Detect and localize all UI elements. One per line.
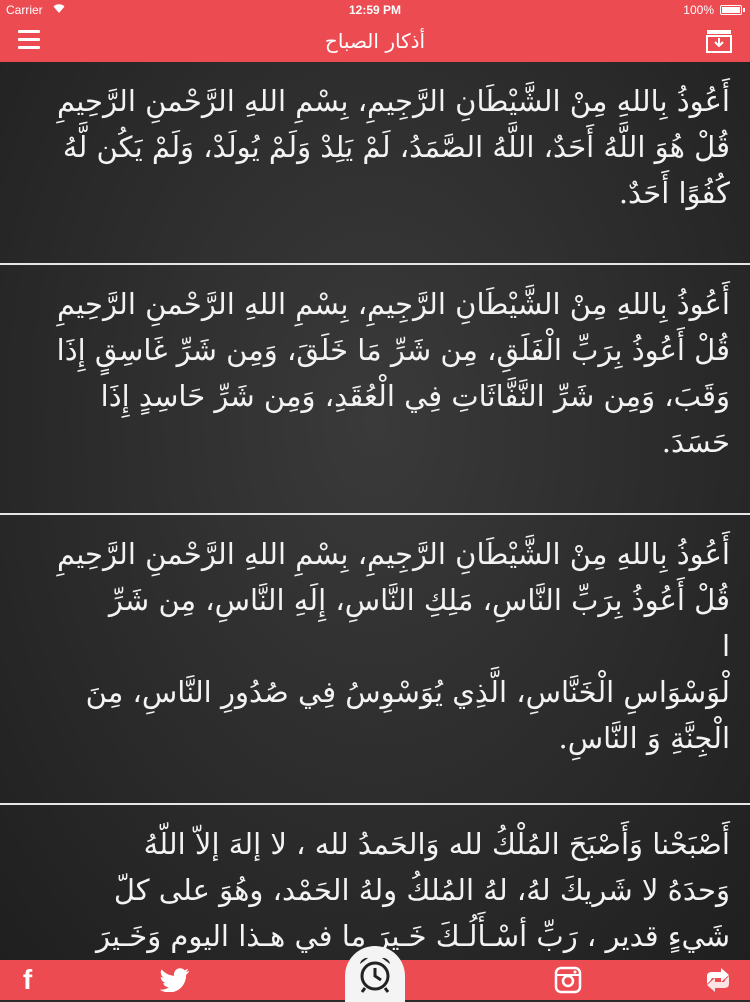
facebook-glyph: f xyxy=(22,964,33,995)
dhikr-card[interactable]: أَعُوذُ بِاللهِ مِنْ الشَّيْطَانِ الرَّج… xyxy=(0,515,750,805)
tab-bar: f xyxy=(0,946,750,1002)
status-bar: Carrier 12:59 PM 100% xyxy=(0,0,750,20)
download-icon[interactable] xyxy=(706,29,732,53)
battery-percent: 100% xyxy=(683,3,714,17)
dhikr-text: أَعُوذُ بِاللهِ مِنْ الشَّيْطَانِ الرَّج… xyxy=(56,287,730,459)
adhkar-list[interactable]: أَعُوذُ بِاللهِ مِنْ الشَّيْطَانِ الرَّج… xyxy=(0,62,750,960)
page-title: أذكار الصباح xyxy=(324,29,426,53)
status-time: 12:59 PM xyxy=(348,3,402,17)
instagram-icon[interactable] xyxy=(540,960,595,1000)
battery-icon xyxy=(720,5,745,15)
dhikr-card[interactable]: أَصْبَحْنا وَأَصْبَحَ المُلْكُ لله وَالح… xyxy=(0,805,750,960)
facebook-icon[interactable]: f xyxy=(0,960,55,1000)
dhikr-card[interactable]: أَعُوذُ بِاللهِ مِنْ الشَّيْطَانِ الرَّج… xyxy=(0,62,750,265)
share-icon[interactable] xyxy=(690,960,745,1000)
nav-bar: أذكار الصباح xyxy=(0,20,750,62)
dhikr-card[interactable]: أَعُوذُ بِاللهِ مِنْ الشَّيْطَانِ الرَّج… xyxy=(0,265,750,515)
dhikr-text: أَعُوذُ بِاللهِ مِنْ الشَّيْطَانِ الرَّج… xyxy=(57,84,730,210)
dhikr-text: أَعُوذُ بِاللهِ مِنْ الشَّيْطَانِ الرَّج… xyxy=(57,537,730,755)
dhikr-text: أَصْبَحْنا وَأَصْبَحَ المُلْكُ لله وَالح… xyxy=(96,827,730,953)
twitter-icon[interactable] xyxy=(145,960,205,1000)
alarm-clock-icon[interactable] xyxy=(345,946,405,1002)
